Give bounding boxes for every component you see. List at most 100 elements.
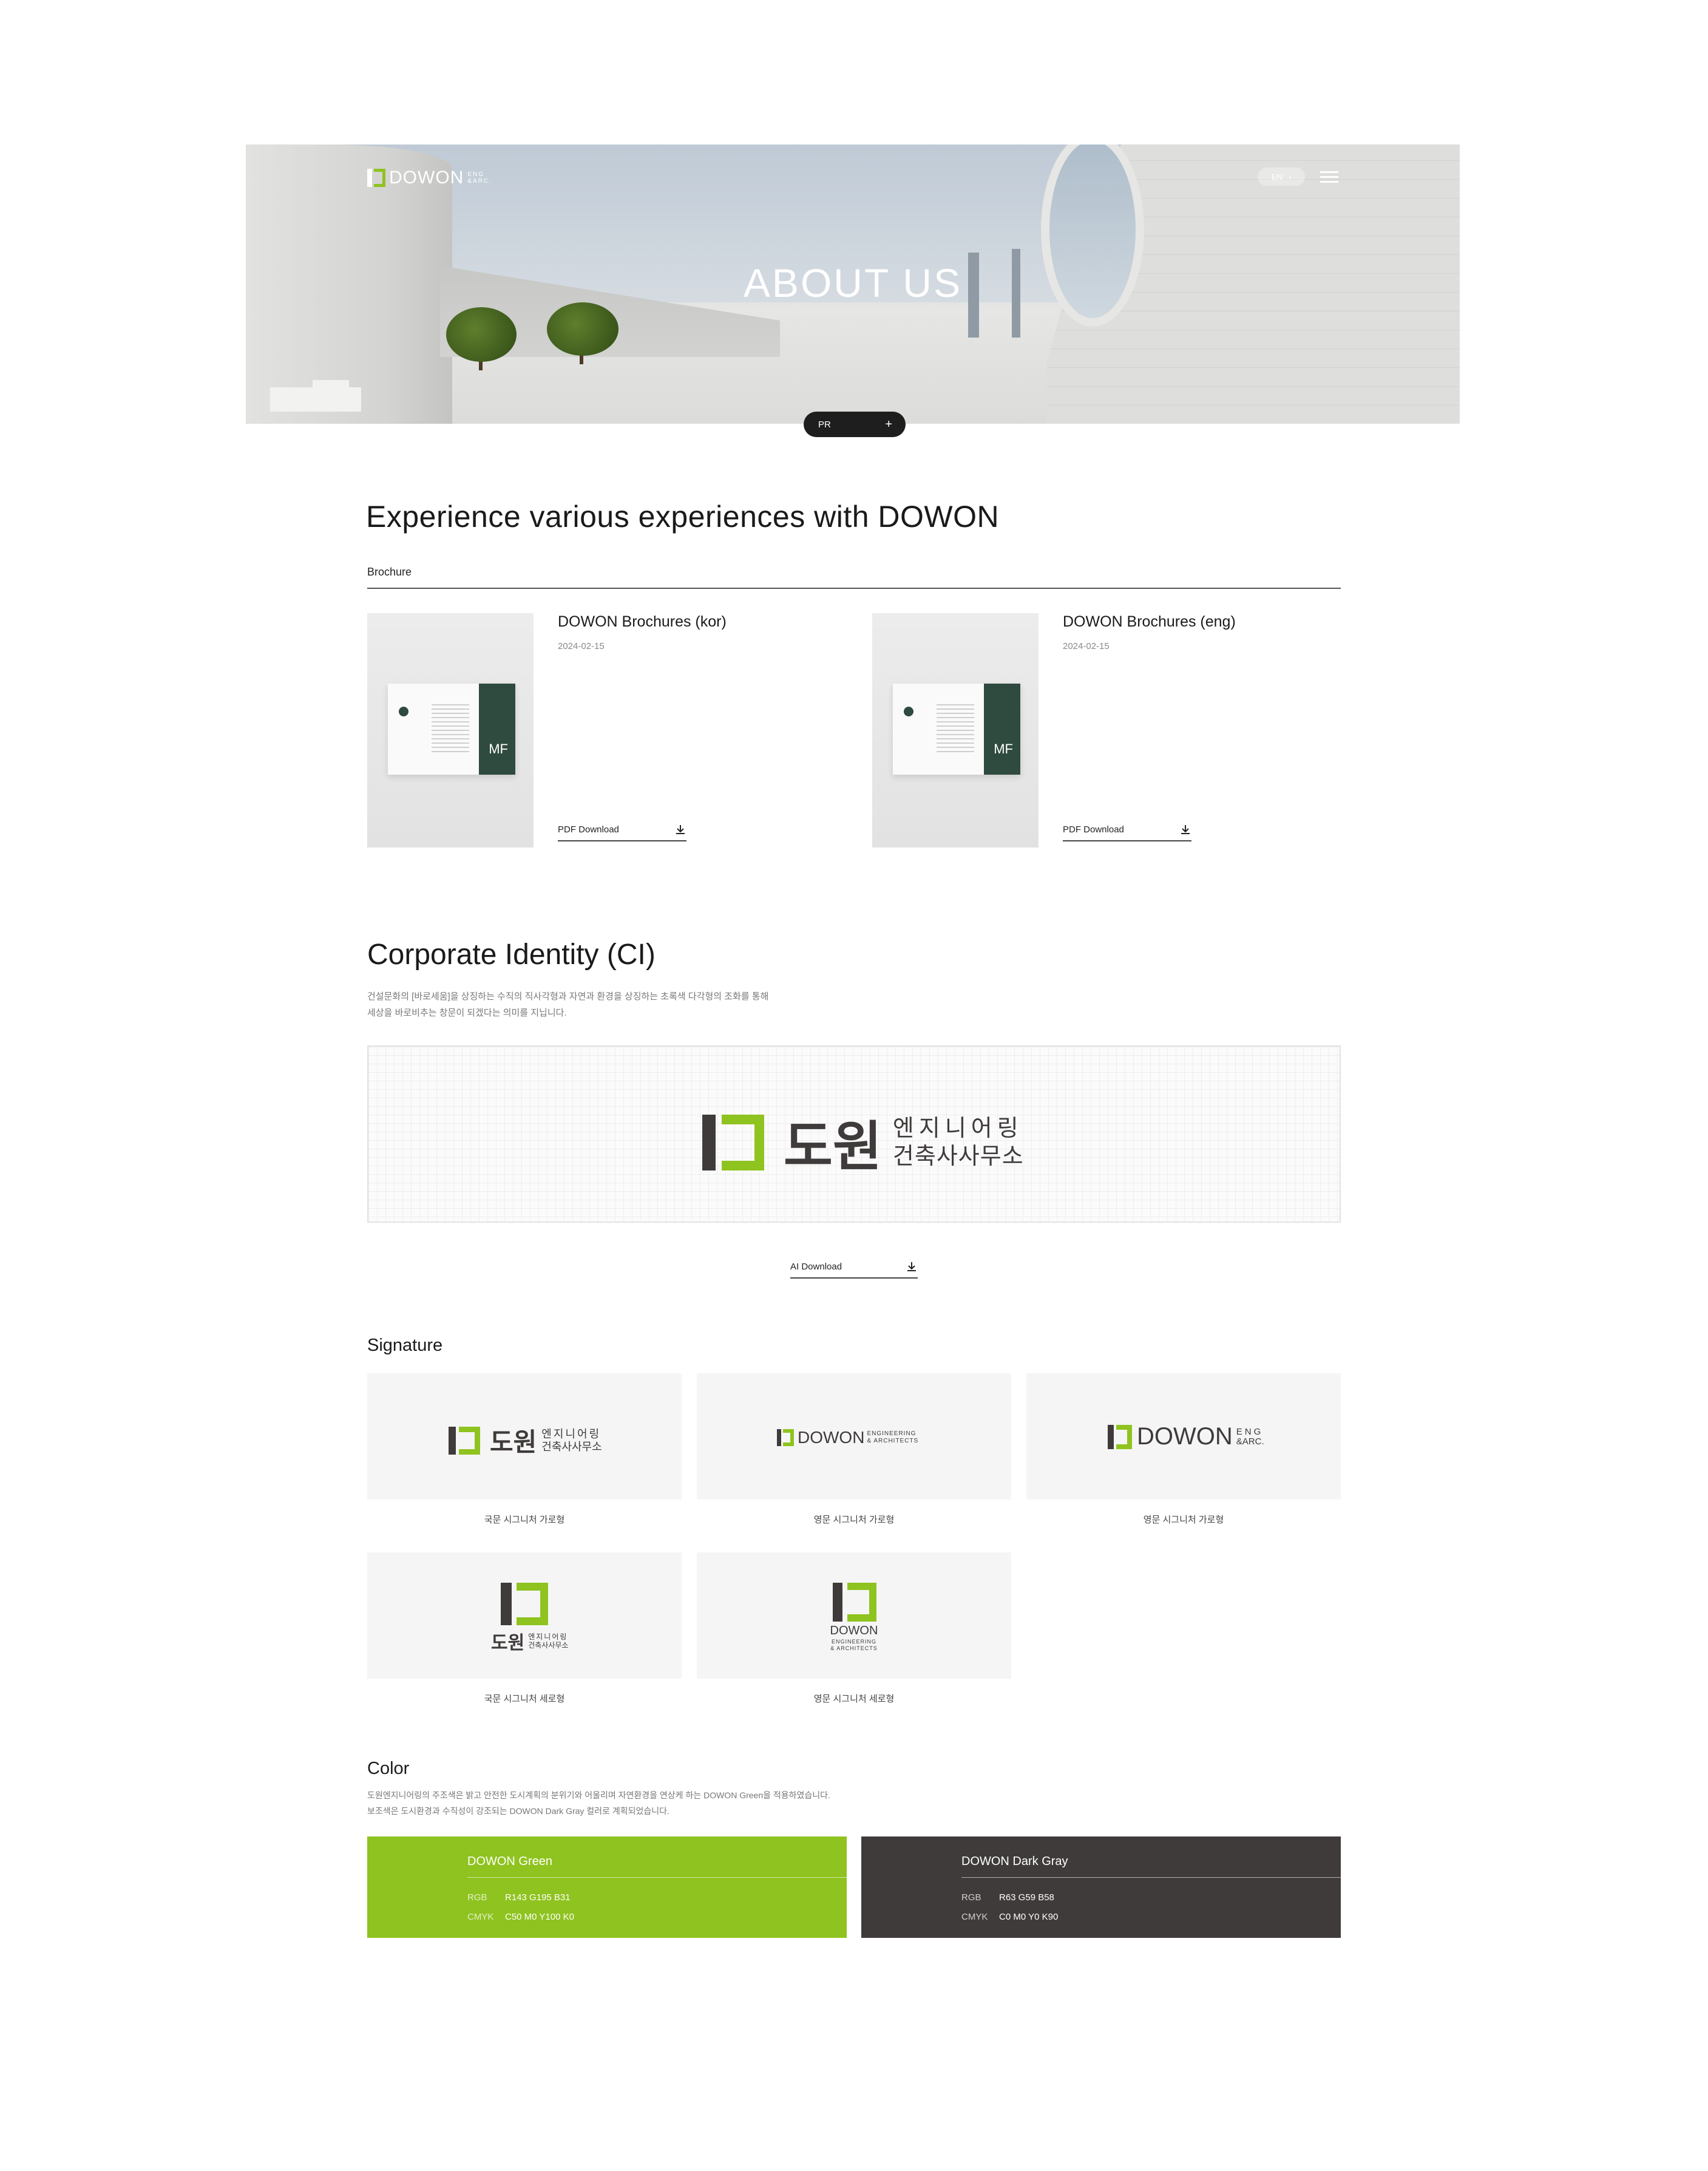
swatch-cmyk-row: CMYK C0 M0 Y0 K90 <box>961 1912 1058 1922</box>
ci-logo-sub-line2: 건축사사무소 <box>892 1143 1024 1169</box>
pdf-download-link[interactable]: PDF Download <box>558 823 686 841</box>
ci-desc-line1: 건설문화의 [바로세움]을 상징하는 수직의 직사각형과 자연과 환경을 상징하… <box>367 991 769 1002</box>
color-swatch-green: DOWON Green RGB R143 G195 B31 CMYK C50 M… <box>367 1836 847 1938</box>
signature-ko-vertical: 도원 엔지니어링 건축사사무소 <box>367 1552 682 1679</box>
ci-logo-sub-line1: 엔지니어링 <box>892 1115 1023 1141</box>
chevron-right-icon: › <box>1288 172 1292 182</box>
signature-ko-horizontal: 도원 엔지니어링 건축사사무소 <box>367 1373 682 1500</box>
download-icon <box>676 825 685 834</box>
download-label: PDF Download <box>558 824 619 835</box>
download-icon <box>907 1262 916 1271</box>
logo-mark-icon <box>1108 1424 1132 1449</box>
ci-logo-sub: 엔지니어링 건축사사무소 <box>893 1115 1024 1170</box>
site-logo[interactable]: DOWON ENG &ARC. <box>367 168 492 188</box>
signature-eng-horizontal: DOWON ENG &ARC. <box>1026 1373 1341 1500</box>
signature-en-vertical: DOWON ENGINEERING & ARCHITECTS <box>697 1552 1011 1679</box>
signature-caption: 영문 시그니처 가로형 <box>813 1515 895 1525</box>
ci-logo-panel: 도원 엔지니어링 건축사사무소 <box>367 1045 1341 1223</box>
logo-mark-icon <box>367 169 385 187</box>
signature-caption: 영문 시그니처 가로형 <box>1143 1515 1224 1525</box>
signature-sub-line2: & ARCHITECTS <box>867 1438 919 1444</box>
swatch-cmyk-label: CMYK <box>467 1912 494 1922</box>
signature-logo-main: DOWON <box>798 1428 865 1447</box>
signature-caption: 국문 시그니처 가로형 <box>484 1515 565 1525</box>
brochure-title: DOWON Brochures (eng) <box>1063 613 1236 630</box>
signature-sub-line1: ENGINEERING <box>831 1639 876 1645</box>
signature-logo-main: 도원 <box>491 1633 525 1653</box>
swatch-rgb-label: RGB <box>961 1892 981 1903</box>
brochure-thumbnail[interactable]: MF <box>367 613 534 848</box>
signature-caption: 국문 시그니처 세로형 <box>484 1694 565 1704</box>
signature-logo-main: 도원 <box>490 1428 537 1456</box>
brochure-card: MF DOWON Brochures (kor) 2024-02-15 PDF … <box>367 613 841 848</box>
ci-heading: Corporate Identity (CI) <box>367 939 656 971</box>
signature-sub-line1: 엔지니어링 <box>541 1427 602 1440</box>
swatch-divider <box>961 1877 1341 1878</box>
logo-mark-icon <box>833 1583 876 1622</box>
signature-en-horizontal: DOWON ENGINEERING & ARCHITECTS <box>697 1373 1011 1500</box>
color-swatch-darkgray: DOWON Dark Gray RGB R63 G59 B58 CMYK C0 … <box>861 1836 1341 1938</box>
signature-sub-line1: 엔지니어링 <box>528 1632 568 1641</box>
logo-sub: ENG &ARC. <box>467 171 492 185</box>
swatch-rgb-value: R143 G195 B31 <box>505 1892 571 1903</box>
signature-sub-line1: ENG <box>1236 1426 1264 1437</box>
swatch-divider <box>467 1877 847 1878</box>
swatch-rgb-row: RGB R63 G59 B58 <box>961 1892 1054 1903</box>
signature-logo-sub: 엔지니어링 건축사사무소 <box>541 1428 602 1453</box>
signature-logo-sub: ENGINEERING & ARCHITECTS <box>867 1430 918 1445</box>
color-description: 도원엔지니어링의 주조색은 밝고 안전한 도시계획의 분위기와 어울리며 자연환… <box>367 1787 830 1819</box>
logo-mark-icon <box>777 1429 794 1446</box>
color-desc-line2: 보조색은 도시환경과 수직성이 강조되는 DOWON Dark Gray 컬러로… <box>367 1806 669 1816</box>
signature-caption: 영문 시그니처 세로형 <box>813 1694 895 1704</box>
signature-logo-sub: 엔지니어링 건축사사무소 <box>528 1632 568 1649</box>
swatch-cmyk-row: CMYK C50 M0 Y100 K0 <box>467 1912 574 1922</box>
download-label: AI Download <box>790 1261 842 1272</box>
page-title: ABOUT US <box>743 260 963 305</box>
section-dropdown-label: PR <box>818 419 831 430</box>
signature-logo-main: DOWON <box>1137 1423 1233 1450</box>
language-switch[interactable]: EN › <box>1258 168 1305 186</box>
ci-logo-main: 도원 <box>784 1116 882 1177</box>
logo-text: DOWON <box>389 168 464 188</box>
ci-logo: 도원 엔지니어링 건축사사무소 <box>702 1104 1024 1181</box>
signature-sub-line1: ENGINEERING <box>867 1430 917 1437</box>
swatch-cmyk-label: CMYK <box>961 1912 988 1922</box>
brochure-date: 2024-02-15 <box>1063 641 1110 651</box>
pdf-download-link[interactable]: PDF Download <box>1063 823 1191 841</box>
swatch-cmyk-value: C50 M0 Y100 K0 <box>505 1912 574 1922</box>
signature-sub-line2: 건축사사무소 <box>528 1641 569 1649</box>
tree-icon <box>547 302 618 356</box>
tree-icon <box>446 307 517 362</box>
download-icon <box>1181 825 1190 834</box>
signature-logo-main: DOWON <box>830 1624 878 1637</box>
brochure-cover-mark: MF <box>994 741 1013 756</box>
brochure-thumbnail[interactable]: MF <box>872 613 1039 848</box>
signature-sub-line2: &ARC. <box>1236 1436 1264 1447</box>
brochure-cover-mark: MF <box>489 741 508 756</box>
language-label: EN <box>1271 172 1283 182</box>
ai-download-link[interactable]: AI Download <box>790 1260 918 1279</box>
ci-desc-line2: 세상을 바로비추는 창문이 되겠다는 의미를 지닙니다. <box>367 1008 567 1018</box>
brochure-title: DOWON Brochures (kor) <box>558 613 727 630</box>
swatch-name: DOWON Green <box>467 1855 553 1868</box>
logo-mark-icon <box>449 1426 480 1455</box>
logo-sub-line1: ENG <box>467 171 484 178</box>
brochure-date: 2024-02-15 <box>558 641 605 651</box>
section-dropdown-pr[interactable]: PR + <box>804 412 906 437</box>
download-label: PDF Download <box>1063 824 1124 835</box>
swatch-name: DOWON Dark Gray <box>961 1855 1068 1868</box>
tab-brochure[interactable]: Brochure <box>367 566 412 579</box>
swatch-cmyk-value: C0 M0 Y0 K90 <box>999 1912 1059 1922</box>
ci-description: 건설문화의 [바로세움]을 상징하는 수직의 직사각형과 자연과 환경을 상징하… <box>367 988 768 1021</box>
signature-heading: Signature <box>367 1336 443 1355</box>
hero-banner: DOWON ENG &ARC. EN › ABOUT US <box>246 144 1460 424</box>
hamburger-menu-icon[interactable] <box>1320 171 1338 183</box>
brochure-card: MF DOWON Brochures (eng) 2024-02-15 PDF … <box>872 613 1346 848</box>
logo-mark-icon <box>501 1583 548 1625</box>
signature-sub-line2: 건축사사무소 <box>541 1440 602 1453</box>
signature-sub-line2: & ARCHITECTS <box>830 1645 878 1651</box>
swatch-rgb-value: R63 G59 B58 <box>999 1892 1054 1903</box>
tab-divider <box>367 588 1341 589</box>
signature-logo-sub: ENG &ARC. <box>1236 1427 1264 1447</box>
plus-icon: + <box>885 417 892 431</box>
